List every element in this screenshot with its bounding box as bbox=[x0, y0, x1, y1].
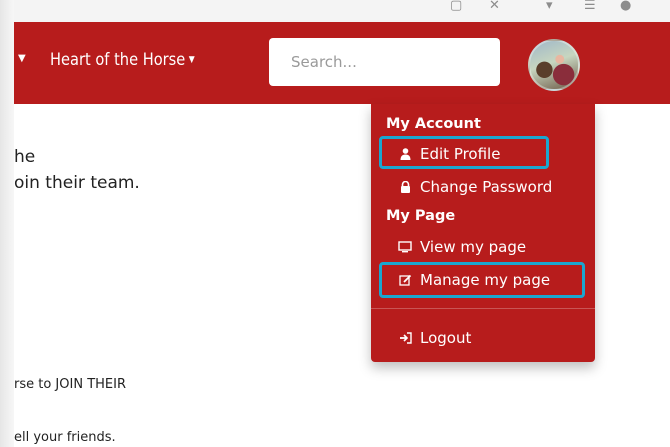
menu-item-label: Manage my page bbox=[420, 271, 551, 289]
content-text-line: ell your friends. bbox=[14, 430, 116, 445]
browser-list-icon[interactable]: ☰ bbox=[584, 0, 596, 12]
monitor-icon bbox=[398, 241, 412, 253]
menu-item-view-my-page[interactable]: View my page bbox=[398, 238, 526, 256]
content-text-line: oin their team. bbox=[14, 173, 140, 193]
menu-item-label: Edit Profile bbox=[420, 145, 501, 163]
menu-item-label: Logout bbox=[420, 329, 472, 347]
top-navbar: ▼ Heart of the Horse ▼ bbox=[14, 22, 670, 104]
caret-down-icon: ▼ bbox=[188, 55, 195, 65]
menu-header-my-page: My Page bbox=[386, 208, 456, 224]
account-dropdown-menu: My Account Edit Profile Change Password … bbox=[371, 104, 595, 362]
edit-icon bbox=[398, 274, 412, 286]
menu-item-label: View my page bbox=[420, 238, 527, 256]
avatar[interactable] bbox=[528, 39, 580, 91]
browser-toolbar: ▢ ✕ ▾ ☰ ● bbox=[14, 0, 670, 22]
lock-icon bbox=[398, 181, 412, 193]
menu-header-my-account: My Account bbox=[386, 116, 481, 132]
logout-icon bbox=[398, 332, 412, 344]
nav-dropdown-heart-of-the-horse[interactable]: Heart of the Horse ▼ bbox=[50, 50, 195, 70]
browser-puzzle-icon[interactable]: ✕ bbox=[489, 0, 500, 12]
page-edge-shadow bbox=[0, 0, 14, 447]
menu-item-manage-my-page[interactable]: Manage my page bbox=[398, 271, 550, 289]
user-icon bbox=[398, 148, 412, 160]
browser-menu-icon[interactable]: ▾ bbox=[546, 0, 553, 12]
caret-down-icon[interactable]: ▼ bbox=[18, 53, 26, 64]
menu-item-edit-profile[interactable]: Edit Profile bbox=[398, 145, 500, 163]
content-text-line: he bbox=[14, 147, 36, 167]
menu-item-change-password[interactable]: Change Password bbox=[398, 178, 552, 196]
content-text-line: rse to JOIN THEIR bbox=[14, 377, 126, 392]
browser-profile-icon[interactable]: ● bbox=[620, 0, 631, 12]
menu-item-label: Change Password bbox=[420, 178, 553, 196]
menu-item-logout[interactable]: Logout bbox=[398, 329, 471, 347]
nav-dropdown-label: Heart of the Horse bbox=[50, 50, 186, 70]
browser-extension-icon[interactable]: ▢ bbox=[450, 0, 462, 12]
menu-divider bbox=[371, 308, 595, 309]
search-input[interactable] bbox=[269, 38, 500, 86]
